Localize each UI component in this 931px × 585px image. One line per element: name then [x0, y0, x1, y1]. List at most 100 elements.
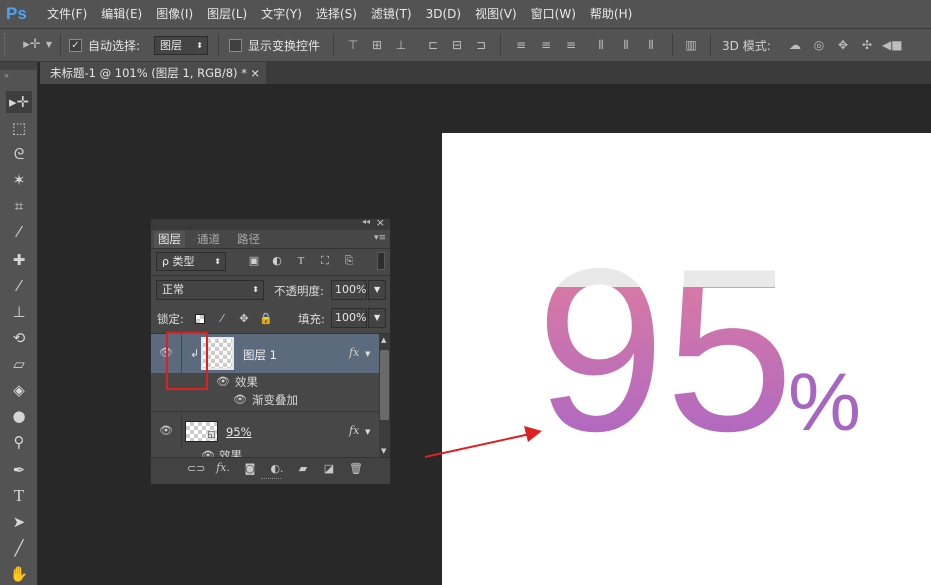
- align-hcenter-icon[interactable]: ⊟: [450, 38, 464, 52]
- document-tab[interactable]: 未标题-1 @ 101% (图层 1, RGB/8) * ×: [40, 62, 266, 84]
- menu-item-0[interactable]: 文件(F): [40, 0, 94, 28]
- move-tool-preset-icon[interactable]: ▸✛: [20, 38, 44, 52]
- tab-paths[interactable]: 路径: [233, 231, 264, 248]
- eyedropper-tool-icon[interactable]: ⁄: [6, 221, 32, 243]
- effect-row[interactable]: 👁 渐变叠加: [151, 391, 381, 409]
- lock-transparent-icon[interactable]: [195, 314, 205, 324]
- effects-eye-icon[interactable]: 👁: [216, 376, 230, 387]
- layer-row[interactable]: 👁 ◱ 95% fx ▼: [151, 412, 381, 450]
- 3d-slide-icon[interactable]: ✣: [858, 38, 876, 52]
- layer-filter-dropdown[interactable]: ρ 类型 ⬍: [156, 252, 226, 271]
- layer-name[interactable]: 95%: [226, 425, 252, 439]
- filter-adjustment-icon[interactable]: ◐: [270, 254, 284, 268]
- menu-item-5[interactable]: 选择(S): [309, 0, 364, 28]
- align-right-icon[interactable]: ⊐: [474, 38, 488, 52]
- scrollbar-thumb[interactable]: [380, 350, 389, 420]
- tab-layers[interactable]: 图层: [154, 231, 185, 248]
- distribute-right-icon[interactable]: ⦀: [644, 38, 658, 52]
- crop-tool-icon[interactable]: ⌗: [6, 195, 32, 217]
- align-left-icon[interactable]: ⊏: [426, 38, 440, 52]
- menu-item-1[interactable]: 编辑(E): [94, 0, 149, 28]
- distribute-left-icon[interactable]: ⦀: [594, 38, 608, 52]
- menu-item-9[interactable]: 窗口(W): [524, 0, 583, 28]
- layer-name[interactable]: 图层 1: [243, 347, 277, 363]
- blend-mode-dropdown[interactable]: 正常 ⬍: [156, 280, 264, 300]
- lasso-tool-icon[interactable]: ᘓ: [6, 143, 32, 165]
- document-canvas[interactable]: 95 95 %: [442, 133, 931, 585]
- panel-collapse-icon[interactable]: ◂◂: [362, 217, 370, 226]
- add-mask-icon[interactable]: ◙: [242, 462, 258, 475]
- chevron-down-icon[interactable]: ▼: [44, 38, 54, 52]
- visibility-eye-icon[interactable]: 👁: [159, 425, 173, 436]
- menu-item-10[interactable]: 帮助(H): [583, 0, 639, 28]
- fill-dropdown-arrow[interactable]: ▼: [368, 308, 386, 328]
- path-selection-tool-icon[interactable]: ➤: [6, 511, 32, 533]
- distribute-bottom-icon[interactable]: ≡: [564, 38, 578, 52]
- eraser-tool-icon[interactable]: ▱: [6, 353, 32, 375]
- menu-item-8[interactable]: 视图(V): [468, 0, 524, 28]
- trash-icon[interactable]: 🗑: [348, 462, 364, 475]
- line-tool-icon[interactable]: ╱: [6, 537, 32, 559]
- panel-close-icon[interactable]: ×: [376, 216, 385, 229]
- hand-tool-icon[interactable]: ✋: [6, 563, 32, 585]
- opacity-input[interactable]: 100%: [331, 280, 367, 300]
- fx-icon[interactable]: fx: [349, 424, 359, 437]
- filter-toggle[interactable]: [377, 252, 385, 270]
- 3d-roll-icon[interactable]: ◎: [810, 38, 828, 52]
- menu-item-4[interactable]: 文字(Y): [254, 0, 309, 28]
- menu-item-2[interactable]: 图像(I): [149, 0, 200, 28]
- menu-item-6[interactable]: 滤镜(T): [364, 0, 419, 28]
- lock-position-icon[interactable]: ✥: [237, 312, 251, 326]
- chevron-down-icon[interactable]: ▼: [365, 428, 370, 436]
- panel-menu-icon[interactable]: ▾≡: [374, 233, 386, 243]
- paint-bucket-tool-icon[interactable]: ◈: [6, 379, 32, 401]
- magic-wand-tool-icon[interactable]: ✶: [6, 169, 32, 191]
- show-transform-checkbox[interactable]: [229, 39, 242, 52]
- new-layer-icon[interactable]: ◪: [321, 462, 337, 475]
- move-tool-icon[interactable]: ▸✛: [6, 91, 32, 113]
- 3d-scale-icon[interactable]: ◀■: [882, 38, 903, 52]
- fx-icon[interactable]: fx: [349, 346, 359, 359]
- marquee-tool-icon[interactable]: ⬚: [6, 117, 32, 139]
- link-layers-icon[interactable]: ⊂⊃: [187, 462, 205, 475]
- scroll-down-icon[interactable]: ▼: [381, 447, 386, 455]
- fill-input[interactable]: 100%: [331, 308, 367, 328]
- auto-align-icon[interactable]: ▥: [684, 38, 698, 52]
- distribute-vcenter-icon[interactable]: ≡: [539, 38, 553, 52]
- filter-type-icon[interactable]: T: [294, 254, 308, 268]
- filter-pixel-icon[interactable]: ▣: [247, 254, 261, 268]
- align-vcenter-icon[interactable]: ⊞: [370, 38, 384, 52]
- distribute-hcenter-icon[interactable]: ⦀: [619, 38, 633, 52]
- auto-select-dropdown[interactable]: 图层 ⬍: [154, 36, 208, 55]
- layers-scrollbar[interactable]: ▲ ▼: [379, 334, 390, 457]
- distribute-top-icon[interactable]: ≡: [514, 38, 528, 52]
- blur-tool-icon[interactable]: ●: [6, 405, 32, 427]
- filter-smart-object-icon[interactable]: ⎘: [342, 254, 356, 268]
- align-bottom-icon[interactable]: ⊥: [394, 38, 408, 52]
- scroll-up-icon[interactable]: ▲: [381, 336, 386, 344]
- add-style-fx-icon[interactable]: fx.: [215, 461, 231, 474]
- type-tool-icon[interactable]: T: [6, 485, 32, 507]
- pen-tool-icon[interactable]: ✒: [6, 459, 32, 481]
- 3d-pan-icon[interactable]: ✥: [834, 38, 852, 52]
- adjustment-layer-icon[interactable]: ◐.: [269, 462, 285, 475]
- opacity-dropdown-arrow[interactable]: ▼: [368, 280, 386, 300]
- 3d-rotate-icon[interactable]: ☁: [786, 38, 804, 52]
- healing-brush-tool-icon[interactable]: ✚: [6, 249, 32, 271]
- toolbox-collapse-icon[interactable]: »: [4, 71, 9, 80]
- brush-tool-icon[interactable]: ⁄: [6, 275, 32, 297]
- panel-resize-grip[interactable]: [261, 478, 281, 482]
- gradient-overlay-eye-icon[interactable]: 👁: [233, 394, 247, 405]
- menu-item-3[interactable]: 图层(L): [200, 0, 254, 28]
- close-icon[interactable]: ×: [250, 62, 260, 84]
- dodge-tool-icon[interactable]: ⚲: [6, 431, 32, 453]
- stamp-tool-icon[interactable]: ⊥: [6, 301, 32, 323]
- tab-channels[interactable]: 通道: [193, 231, 224, 248]
- auto-select-checkbox[interactable]: ✓: [69, 39, 82, 52]
- filter-shape-icon[interactable]: ⛶: [318, 254, 332, 268]
- chevron-down-icon[interactable]: ▼: [365, 350, 370, 358]
- menu-item-7[interactable]: 3D(D): [419, 0, 468, 28]
- lock-all-icon[interactable]: 🔒: [259, 312, 273, 326]
- history-brush-tool-icon[interactable]: ⟲: [6, 327, 32, 349]
- new-group-icon[interactable]: ▰: [295, 462, 311, 475]
